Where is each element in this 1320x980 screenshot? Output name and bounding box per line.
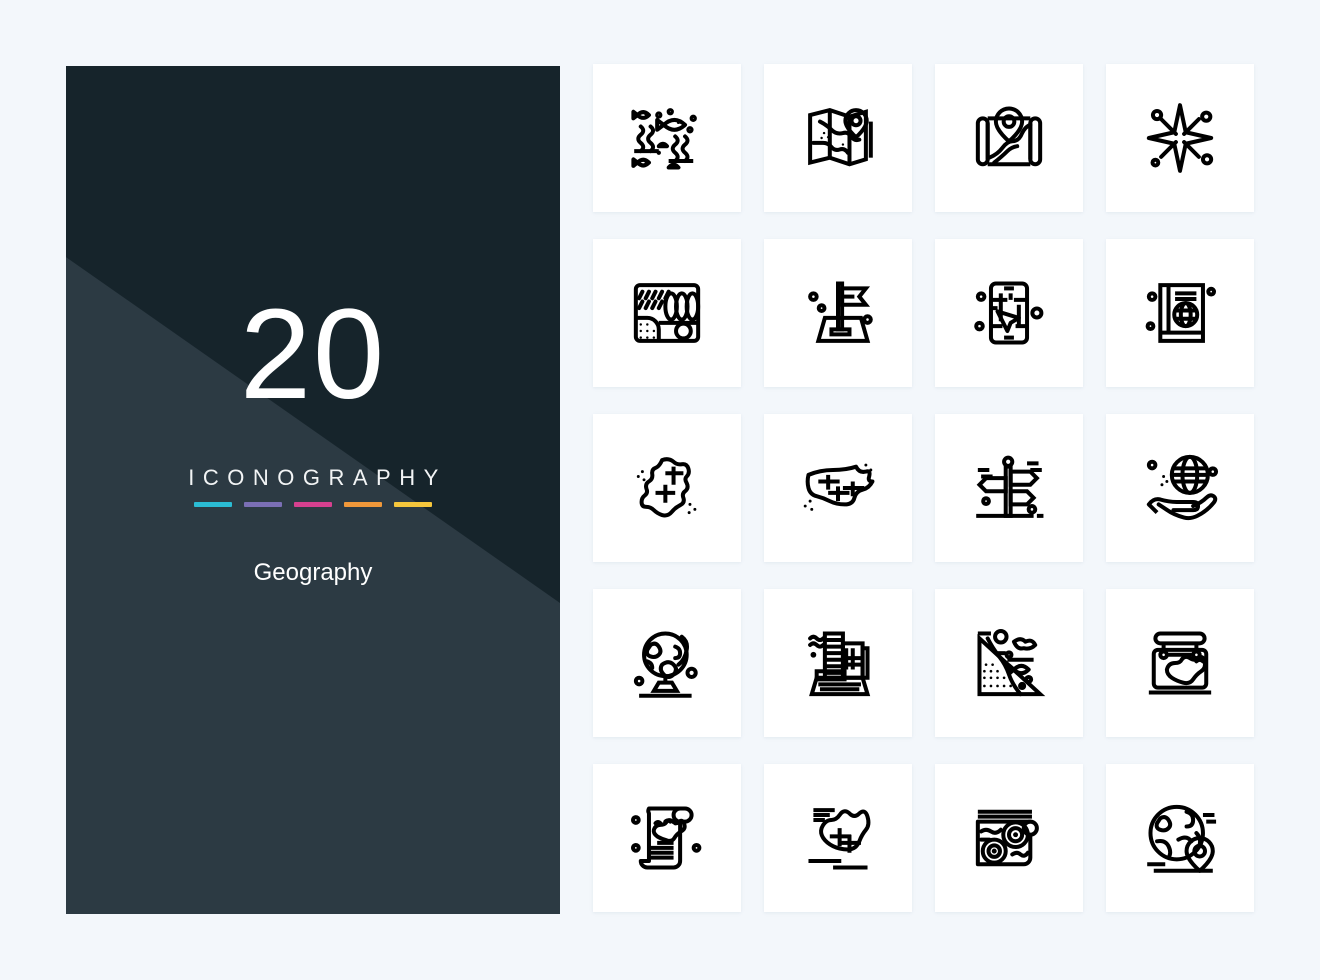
cover-panel: 20 ICONOGRAPHY Geography — [66, 66, 560, 914]
icon-set-subject: Geography — [253, 559, 373, 586]
icon-card-6[interactable] — [764, 239, 912, 387]
city-buildings-icon — [797, 622, 879, 704]
accent-bar-orange — [344, 502, 382, 507]
australia-map-icon — [797, 797, 879, 879]
icon-grid — [593, 64, 1254, 912]
accent-bar-purple — [244, 502, 282, 507]
parchment-scroll-map-icon — [626, 797, 708, 879]
icon-card-20[interactable] — [1106, 764, 1254, 912]
smartphone-gps-navigation-icon — [968, 272, 1050, 354]
compass-rose-star-icon — [1139, 97, 1221, 179]
accent-bar-pink — [294, 502, 332, 507]
signpost-directions-icon — [968, 447, 1050, 529]
globe-in-hand-icon — [1139, 447, 1221, 529]
topographic-contour-map-icon — [968, 797, 1050, 879]
aquarium-fish-seaweed-icon — [626, 97, 708, 179]
icon-card-11[interactable] — [935, 414, 1083, 562]
icon-card-12[interactable] — [1106, 414, 1254, 562]
icon-set-preview-page: 20 ICONOGRAPHY Geography — [0, 0, 1320, 980]
icon-card-19[interactable] — [935, 764, 1083, 912]
icon-card-9[interactable] — [593, 414, 741, 562]
icon-card-18[interactable] — [764, 764, 912, 912]
icon-card-3[interactable] — [935, 64, 1083, 212]
flag-territory-icon — [797, 272, 879, 354]
hanging-australia-map-sign-icon — [1139, 622, 1221, 704]
globe-location-pin-icon — [1139, 797, 1221, 879]
desk-globe-icon — [626, 622, 708, 704]
icon-card-5[interactable] — [593, 239, 741, 387]
icon-card-10[interactable] — [764, 414, 912, 562]
accent-bar-cyan — [194, 502, 232, 507]
icon-card-1[interactable] — [593, 64, 741, 212]
icon-card-16[interactable] — [1106, 589, 1254, 737]
icon-card-17[interactable] — [593, 764, 741, 912]
icon-card-2[interactable] — [764, 64, 912, 212]
icon-card-15[interactable] — [935, 589, 1083, 737]
icon-card-14[interactable] — [764, 589, 912, 737]
icon-card-8[interactable] — [1106, 239, 1254, 387]
scroll-map-pin-icon — [968, 97, 1050, 179]
icon-card-13[interactable] — [593, 589, 741, 737]
ireland-map-icon — [636, 447, 697, 529]
icon-count: 20 — [239, 283, 387, 426]
icon-card-7[interactable] — [935, 239, 1083, 387]
accent-bar-group — [194, 502, 432, 507]
usa-map-icon — [803, 463, 879, 511]
folded-map-pin-icon — [797, 97, 879, 179]
icon-card-4[interactable] — [1106, 64, 1254, 212]
climate-terrain-map-icon — [626, 272, 708, 354]
coastline-ocean-icon — [968, 622, 1050, 704]
accent-bar-yellow — [394, 502, 432, 507]
iconography-heading: ICONOGRAPHY — [188, 465, 447, 490]
passport-globe-book-icon — [1139, 272, 1221, 354]
